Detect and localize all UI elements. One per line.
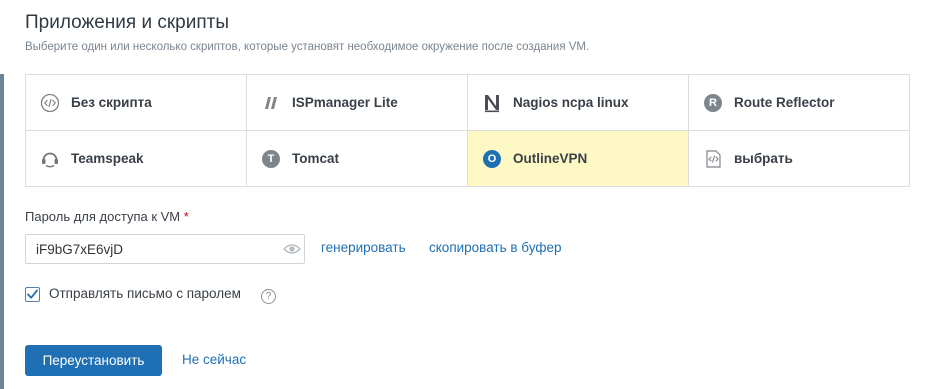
- script-option-label: Route Reflector: [734, 95, 835, 110]
- not-now-link[interactable]: Не сейчас: [182, 352, 246, 367]
- letter-r-icon: R: [703, 93, 723, 113]
- ispmanager-icon: [261, 93, 281, 113]
- send-email-checkbox[interactable]: [25, 287, 40, 302]
- script-option-none[interactable]: Без скрипта: [26, 75, 247, 131]
- send-email-label[interactable]: Отправлять письмо с паролем: [49, 286, 241, 301]
- reinstall-button[interactable]: Переустановить: [25, 345, 162, 376]
- script-option-label: Teamspeak: [71, 151, 144, 166]
- scripts-grid: Без скрипта ISPmanager Lite Nagios ncpa …: [25, 74, 910, 187]
- required-mark: *: [183, 209, 189, 224]
- script-option-label: Tomcat: [292, 151, 340, 166]
- script-option-choose[interactable]: выбрать: [689, 131, 909, 186]
- script-option-label: ISPmanager Lite: [292, 95, 398, 110]
- checkmark-icon: [27, 289, 38, 299]
- script-option-label: выбрать: [734, 151, 793, 166]
- script-option-route-reflector[interactable]: R Route Reflector: [689, 75, 909, 131]
- outline-icon: O: [482, 149, 502, 169]
- section-title: Приложения и скрипты: [25, 12, 229, 33]
- script-option-ispmanager[interactable]: ISPmanager Lite: [247, 75, 468, 131]
- help-icon[interactable]: ?: [261, 289, 276, 304]
- letter-t-icon: T: [261, 149, 281, 169]
- teamspeak-icon: [40, 149, 60, 169]
- script-option-label: Nagios ncpa linux: [513, 95, 629, 110]
- script-option-tomcat[interactable]: T Tomcat: [247, 131, 468, 186]
- eye-icon[interactable]: [283, 241, 301, 257]
- nagios-icon: [482, 93, 502, 113]
- script-option-nagios[interactable]: Nagios ncpa linux: [468, 75, 689, 131]
- code-file-icon: [703, 149, 723, 169]
- left-accent-bar: [0, 74, 4, 389]
- password-input[interactable]: [25, 234, 305, 264]
- script-option-label: Без скрипта: [71, 95, 152, 110]
- generate-password-link[interactable]: генерировать: [321, 240, 406, 255]
- script-option-teamspeak[interactable]: Teamspeak: [26, 131, 247, 186]
- code-circle-icon: [40, 93, 60, 113]
- copy-password-link[interactable]: скопировать в буфер: [429, 240, 561, 255]
- script-option-outlinevpn[interactable]: O OutlineVPN: [468, 131, 689, 186]
- script-option-label: OutlineVPN: [513, 151, 588, 166]
- section-subtitle: Выберите один или несколько скриптов, ко…: [25, 41, 590, 53]
- password-label: Пароль для доступа к VM *: [25, 209, 189, 224]
